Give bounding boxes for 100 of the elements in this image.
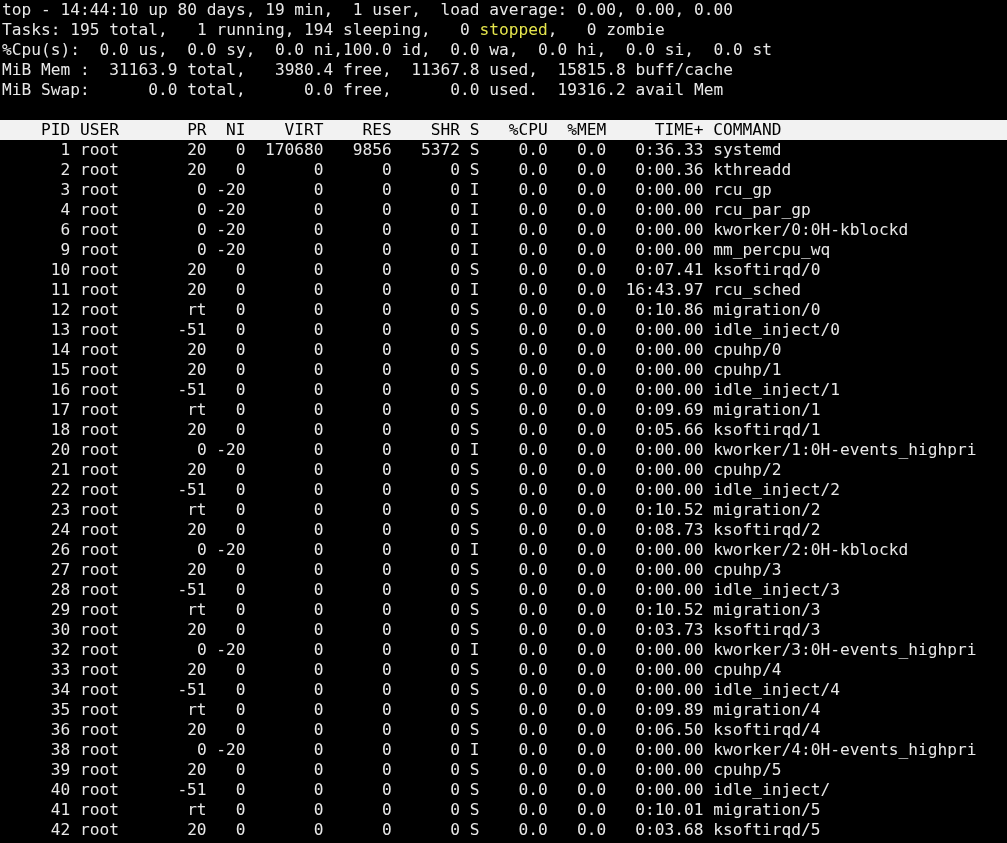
table-cell: S (469, 560, 480, 580)
table-cell-text: 15 (49, 360, 71, 380)
table-cell-text: root (79, 500, 120, 520)
table-cell-text: root (79, 320, 120, 340)
table-cell: S (469, 300, 480, 320)
table-cell-text: 0 (381, 560, 392, 580)
table-cell-text: 0 (381, 280, 392, 300)
table-cell-text: 0.0 (575, 280, 607, 300)
table-cell: ksoftirqd/4 (713, 720, 821, 740)
table-cell: ksoftirqd/0 (713, 260, 821, 280)
table-cell-text: 0 (449, 540, 460, 560)
table-cell-text: 0.0 (517, 200, 548, 220)
table-cell-text: 0 (381, 420, 392, 440)
table-cell-text: root (79, 640, 120, 660)
table-cell-text: 0.0 (517, 440, 548, 460)
table-cell-text: 0 (234, 660, 246, 680)
table-cell-text: 0:07.41 (634, 260, 704, 280)
summary-line: MiB Swap: 0.0 total, 0.0 free, 0.0 used. 19316.2 avail Mem (2, 80, 725, 100)
table-cell-text: 5372 (420, 140, 460, 160)
table-cell-text: 0 (312, 700, 324, 720)
table-cell-text: 0 (234, 280, 246, 300)
table-cell-text: 0 (312, 180, 324, 200)
table-cell-text: 0.0 (575, 820, 607, 840)
table-cell-text: 0.0 (517, 540, 548, 560)
table-cell-text: 0.0 (517, 420, 548, 440)
table-cell-text: 0 (449, 800, 460, 820)
summary-line: Tasks: 195 total, 1 running, 194 sleeping, 0 stopped, 0 zombie (2, 20, 666, 40)
table-cell-text: 0 (449, 260, 460, 280)
table-cell-text: 0 (449, 480, 460, 500)
table-cell-text: 20 (186, 460, 207, 480)
table-cell-text: 20 (186, 560, 207, 580)
table-cell-text: 20 (49, 440, 71, 460)
table-cell-text: 0.0 (575, 380, 607, 400)
table-cell: S (469, 400, 480, 420)
table-cell-text: 0 (381, 740, 392, 760)
table-cell: idle_inject/1 (713, 380, 841, 400)
table-cell-text: 0 (449, 380, 460, 400)
table-cell-text: -51 (176, 580, 207, 600)
table-cell-text: -51 (176, 780, 207, 800)
table-cell-text: 0:00.00 (634, 740, 704, 760)
table-cell-text: 0 (449, 160, 460, 180)
table-cell-text: 0 (312, 300, 324, 320)
table-cell-text: 0.0 (575, 640, 607, 660)
table-cell: S (469, 800, 480, 820)
table-cell-text: rt (186, 700, 207, 720)
table-cell-text: 0:05.66 (634, 420, 704, 440)
table-cell: idle_inject/2 (713, 480, 841, 500)
table-cell: S (469, 520, 480, 540)
table-cell-text: 0 (312, 380, 324, 400)
table-cell-text: 0.0 (517, 640, 548, 660)
table-cell-text: 0:00.00 (634, 540, 704, 560)
table-cell-text: 20 (186, 420, 207, 440)
table-cell-text: 0:00.00 (634, 560, 704, 580)
table-cell-text: 0:00.00 (634, 360, 704, 380)
table-cell-text: 0 (381, 820, 392, 840)
table-cell-text: 0 (234, 360, 246, 380)
table-cell-text: 0 (449, 780, 460, 800)
table-cell: migration/4 (713, 700, 821, 720)
table-cell-text: root (79, 280, 120, 300)
table-cell-text: 16 (49, 380, 71, 400)
table-cell: S (469, 160, 480, 180)
table-cell-text: 0:00.00 (634, 760, 704, 780)
table-cell-text: -51 (176, 680, 207, 700)
table-cell-text: 0.0 (575, 720, 607, 740)
table-cell-text: 0:00.00 (634, 440, 704, 460)
table-cell-text: 0 (234, 680, 246, 700)
table-cell-text: 22 (49, 480, 71, 500)
table-cell-text: 0.0 (517, 340, 548, 360)
table-cell-text: 0 (234, 580, 246, 600)
table-cell-text: 12 (49, 300, 71, 320)
table-cell-text: -20 (215, 200, 246, 220)
table-cell-text: 0:10.01 (634, 800, 704, 820)
table-cell-text: root (79, 760, 120, 780)
table-cell-text: 0:00.00 (634, 380, 704, 400)
table-cell-text: 0 (449, 660, 460, 680)
table-cell-text: root (79, 380, 120, 400)
table-cell-text: 20 (186, 820, 207, 840)
table-cell-text: 0.0 (575, 200, 607, 220)
table-cell-text: 0 (234, 300, 246, 320)
table-cell-text: 0 (381, 800, 392, 820)
table-cell-text: 0 (381, 200, 392, 220)
table-cell: S (469, 700, 480, 720)
table-cell-text: 0 (449, 720, 460, 740)
table-cell-text: 20 (186, 160, 207, 180)
table-cell: migration/2 (713, 500, 821, 520)
table-cell-text: 0 (312, 640, 324, 660)
table-cell-text: 0 (381, 220, 392, 240)
table-cell: S (469, 340, 480, 360)
table-cell: kworker/3:0H-events_highpri (713, 640, 977, 660)
table-cell-text: 0 (234, 560, 246, 580)
table-cell-text: 0 (381, 700, 392, 720)
table-cell-text: 0:00.00 (634, 220, 704, 240)
table-cell-text: 36 (49, 720, 71, 740)
table-cell-text: 0 (234, 500, 246, 520)
table-cell-text: root (79, 720, 120, 740)
table-cell-text: rt (186, 400, 207, 420)
table-cell-text: 0 (312, 440, 324, 460)
table-cell-text: 0 (381, 440, 392, 460)
table-cell-text: 0:36.33 (634, 140, 704, 160)
table-cell-text: 0 (381, 260, 392, 280)
